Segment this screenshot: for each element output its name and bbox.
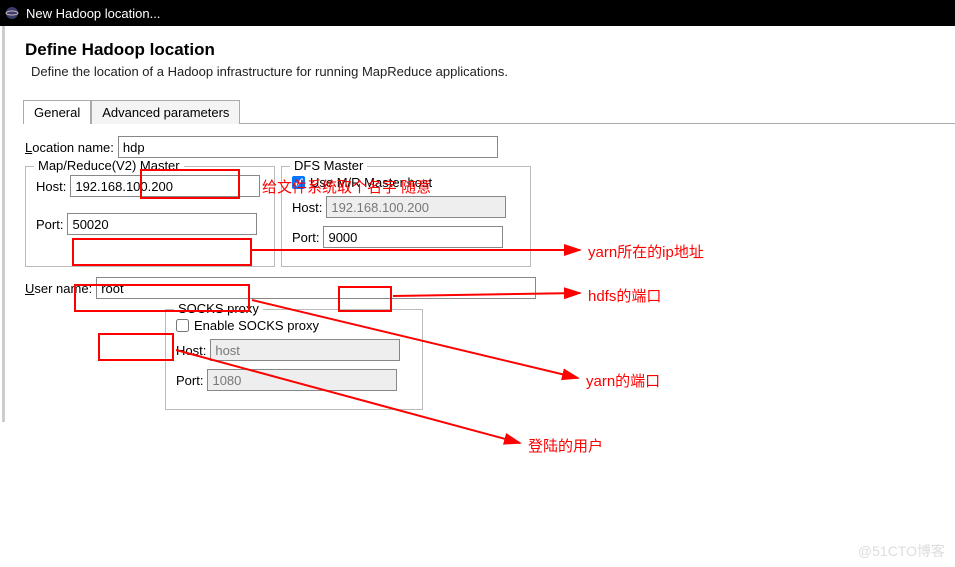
user-label: User name: [25,281,92,296]
annotation-3: hdfs的端口 [588,285,661,306]
mr-master-fieldset: Map/Reduce(V2) Master Host: Port: [25,166,275,267]
mr-host-label: Host: [36,179,66,194]
mr-host-input[interactable] [70,175,260,197]
annotation-1: 给文件系统取个名字 随意 [262,176,431,197]
socks-host-label: Host: [176,343,206,358]
user-input[interactable] [96,277,536,299]
annotation-4: yarn的端口 [586,370,660,391]
socks-port-input [207,369,397,391]
socks-enable-checkbox[interactable] [176,319,189,332]
form-area: Location name: Map/Reduce(V2) Master Hos… [5,124,955,422]
mr-master-legend: Map/Reduce(V2) Master [34,158,184,173]
socks-legend: SOCKS proxy [174,301,263,316]
eclipse-icon [4,5,20,21]
dfs-host-input [326,196,506,218]
location-row: Location name: [25,136,935,158]
watermark: @51CTO博客 [858,541,945,561]
mr-port-label: Port: [36,217,63,232]
page-title: Define Hadoop location [25,40,935,60]
tab-general[interactable]: General [23,100,91,124]
window-title: New Hadoop location... [26,6,160,21]
dfs-master-legend: DFS Master [290,158,367,173]
annotation-2: yarn所在的ip地址 [588,241,704,262]
annotation-5: 登陆的用户 [528,435,603,456]
location-label: Location name: [25,140,114,155]
mr-port-input[interactable] [67,213,257,235]
page-subtitle: Define the location of a Hadoop infrastr… [31,64,935,79]
location-input[interactable] [118,136,498,158]
dfs-host-label: Host: [292,200,322,215]
dfs-port-input[interactable] [323,226,503,248]
window-titlebar: New Hadoop location... [0,0,955,26]
tab-advanced[interactable]: Advanced parameters [91,100,240,124]
socks-fieldset: SOCKS proxy Enable SOCKS proxy Host: Por… [165,309,423,410]
dialog-header: Define Hadoop location Define the locati… [5,26,955,89]
socks-host-input [210,339,400,361]
tabs: General Advanced parameters [23,99,955,124]
dfs-port-label: Port: [292,230,319,245]
socks-port-label: Port: [176,373,203,388]
socks-enable-label: Enable SOCKS proxy [194,318,319,333]
